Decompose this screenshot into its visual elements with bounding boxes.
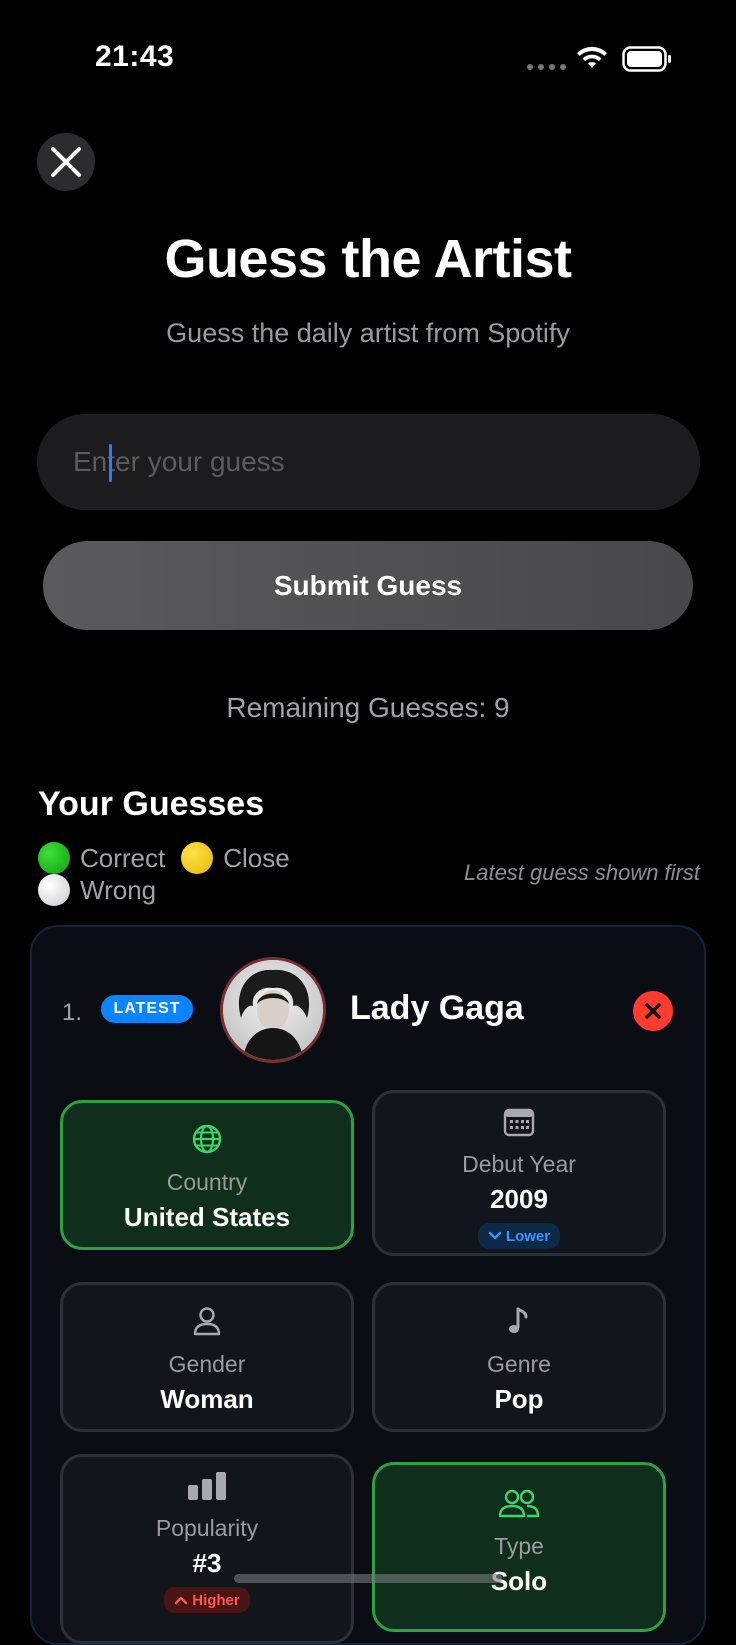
close-icon <box>51 147 81 177</box>
country-tile: Country United States <box>60 1100 354 1250</box>
legend-wrong: Wrong <box>38 874 156 906</box>
debut-year-label: Debut Year <box>462 1151 576 1177</box>
order-note: Latest guess shown first <box>463 860 700 885</box>
guess-input[interactable] <box>37 414 700 510</box>
people-icon <box>498 1489 540 1518</box>
bar-chart-icon <box>188 1472 226 1500</box>
white-circle-icon <box>38 874 70 906</box>
page-title: Guess the Artist <box>164 229 572 289</box>
chevron-down-icon <box>488 1231 502 1240</box>
your-guesses-heading: Your Guesses <box>38 785 265 823</box>
legend-correct-label: Correct <box>80 842 166 873</box>
music-note-icon <box>509 1307 528 1333</box>
latest-badge: LATEST <box>101 995 193 1023</box>
cellular-signal-icon <box>527 64 566 70</box>
genre-label: Genre <box>487 1351 551 1377</box>
guess-number: 1. <box>62 999 83 1026</box>
person-icon <box>193 1307 221 1336</box>
legend-close-label: Close <box>223 842 290 873</box>
country-label: Country <box>166 1169 248 1195</box>
page-subtitle: Guess the daily artist from Spotify <box>166 318 570 348</box>
artist-avatar <box>220 957 326 1063</box>
legend-correct: Correct <box>38 842 165 874</box>
remaining-guesses: Remaining Guesses: 9 <box>226 692 510 723</box>
artist-name: Lady Gaga <box>350 989 524 1027</box>
x-mark-icon <box>645 1003 661 1019</box>
status-time: 21:43 <box>95 40 175 73</box>
gender-label: Gender <box>168 1351 246 1377</box>
popularity-tile: Popularity #3 Higher <box>60 1454 354 1644</box>
status-bar: 21:43 <box>0 0 736 110</box>
lower-hint-label: Lower <box>505 1227 551 1245</box>
lower-hint: Lower <box>477 1223 561 1249</box>
submit-guess-button[interactable]: Submit Guess <box>43 541 693 630</box>
country-value: United States <box>123 1202 291 1232</box>
home-indicator[interactable] <box>234 1574 502 1583</box>
green-circle-icon <box>38 842 70 874</box>
legend-close: Close <box>181 842 290 874</box>
higher-hint-label: Higher <box>192 1591 240 1609</box>
debut-year-tile: Debut Year 2009 Lower <box>372 1090 666 1256</box>
genre-value: Pop <box>494 1384 544 1414</box>
guess-card: 1. LATEST Lady Gaga Country United State… <box>30 925 706 1645</box>
guess-input-container <box>37 414 700 510</box>
popularity-label: Popularity <box>155 1515 259 1541</box>
gender-value: Woman <box>160 1384 254 1414</box>
legend: Correct Close Wrong <box>38 842 306 906</box>
text-cursor <box>109 444 112 482</box>
debut-year-value: 2009 <box>490 1184 548 1214</box>
type-tile: Type Solo <box>372 1462 666 1632</box>
gender-tile: Gender Woman <box>60 1282 354 1432</box>
higher-hint: Higher <box>164 1587 250 1613</box>
battery-icon <box>622 46 671 72</box>
yellow-circle-icon <box>181 842 214 874</box>
genre-tile: Genre Pop <box>372 1282 666 1432</box>
wifi-icon <box>577 46 607 68</box>
calendar-icon <box>503 1108 535 1137</box>
globe-icon <box>192 1124 222 1154</box>
legend-wrong-label: Wrong <box>80 874 157 905</box>
close-button[interactable] <box>37 133 95 191</box>
wrong-guess-badge <box>633 991 673 1031</box>
chevron-up-icon <box>175 1596 188 1605</box>
type-label: Type <box>494 1533 544 1559</box>
